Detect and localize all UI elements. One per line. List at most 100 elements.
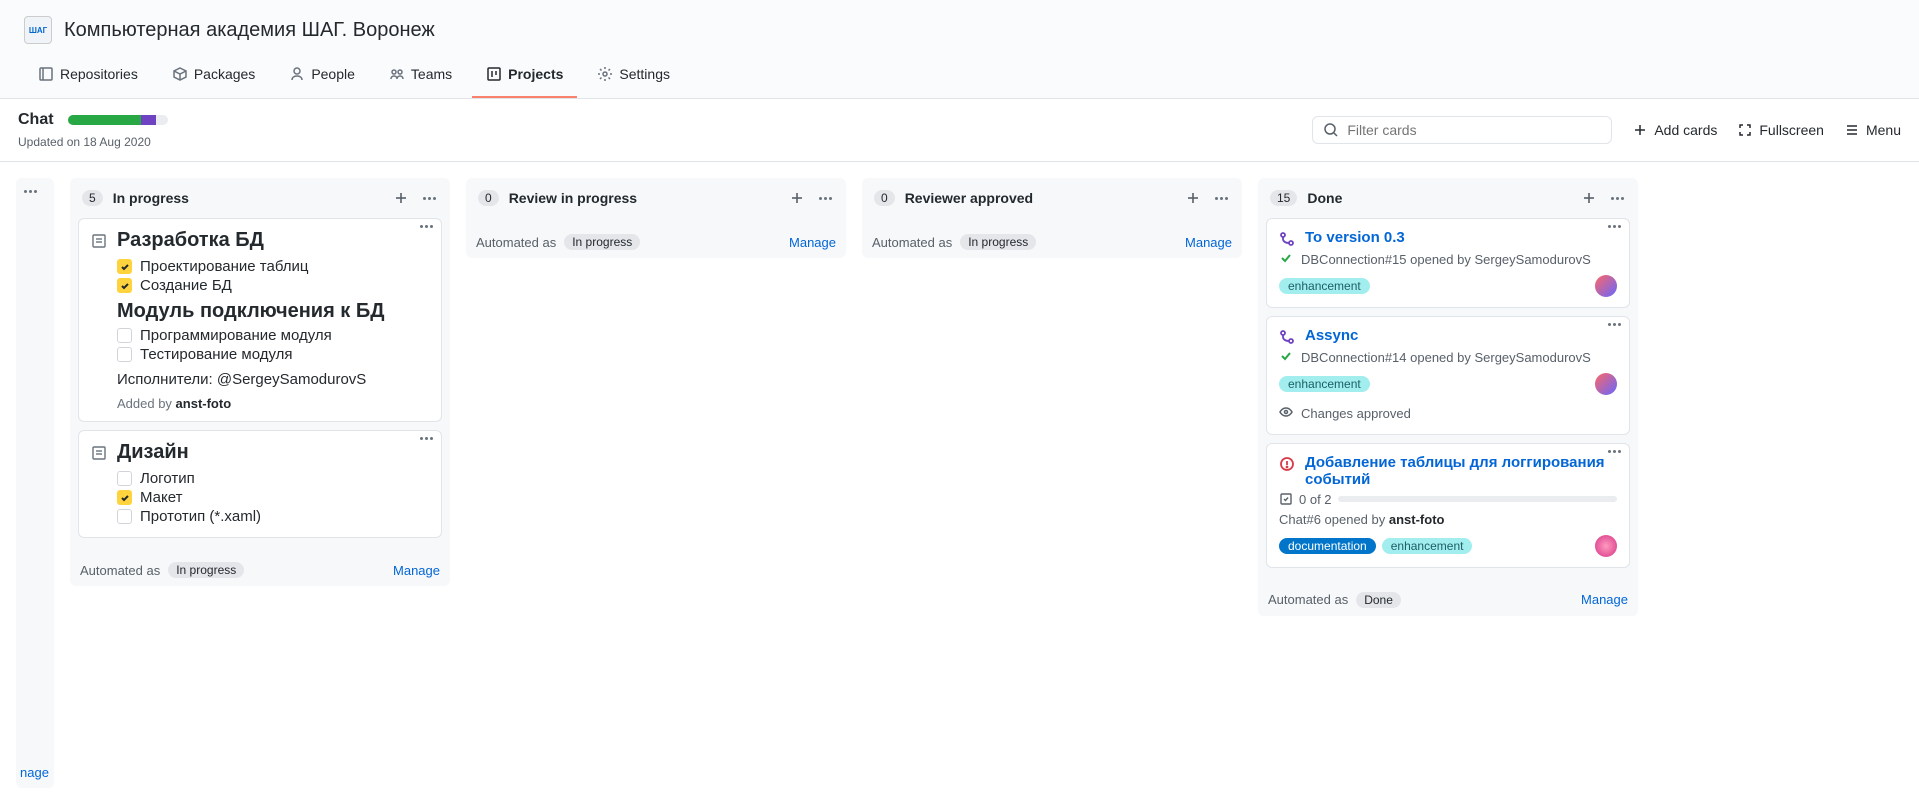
automated-label: Automated as bbox=[872, 235, 952, 250]
nav-repositories[interactable]: Repositories bbox=[24, 58, 152, 98]
add-card-button[interactable] bbox=[1579, 188, 1599, 208]
project-progress[interactable] bbox=[68, 115, 168, 125]
check-icon bbox=[1279, 349, 1293, 363]
nav-projects[interactable]: Projects bbox=[472, 58, 577, 98]
note-icon bbox=[91, 233, 107, 249]
filter-field[interactable] bbox=[1347, 122, 1601, 138]
nav-label: Projects bbox=[508, 66, 563, 82]
column-name: Review in progress bbox=[509, 190, 777, 206]
add-cards-button[interactable]: Add cards bbox=[1632, 122, 1717, 138]
issue-card[interactable]: Добавление таблицы для логгирования собы… bbox=[1266, 443, 1630, 568]
fullscreen-button[interactable]: Fullscreen bbox=[1737, 122, 1824, 138]
label-documentation[interactable]: documentation bbox=[1279, 538, 1376, 554]
manage-link[interactable]: Manage bbox=[1185, 235, 1232, 250]
project-updated: Updated on 18 Aug 2020 bbox=[18, 135, 168, 149]
menu-icon bbox=[1844, 122, 1860, 138]
nav-label: Teams bbox=[411, 66, 452, 82]
checkbox-checked-icon bbox=[117, 278, 132, 293]
avatar[interactable] bbox=[1595, 275, 1617, 297]
automated-label: Automated as bbox=[1268, 592, 1348, 607]
menu-button[interactable]: Menu bbox=[1844, 122, 1901, 138]
eye-icon bbox=[1279, 405, 1293, 419]
column-menu[interactable] bbox=[1213, 195, 1230, 202]
column-menu[interactable] bbox=[16, 178, 54, 205]
column-name: Reviewer approved bbox=[905, 190, 1173, 206]
column-name: In progress bbox=[113, 190, 381, 206]
column-menu[interactable] bbox=[421, 195, 438, 202]
nav-teams[interactable]: Teams bbox=[375, 58, 466, 98]
task-row: Тестирование модуля bbox=[117, 346, 429, 363]
card-menu[interactable] bbox=[420, 437, 433, 440]
issue-meta: DBConnection#15 opened by SergeySamoduro… bbox=[1301, 251, 1591, 269]
executors-text: Исполнители: @SergeySamodurovS bbox=[117, 371, 429, 388]
card-subtitle: Модуль подключения к БД bbox=[117, 300, 429, 323]
column-menu[interactable] bbox=[1609, 195, 1626, 202]
nav-label: Packages bbox=[194, 66, 255, 82]
gear-icon bbox=[597, 66, 613, 82]
column-count: 0 bbox=[874, 190, 895, 206]
person-icon bbox=[289, 66, 305, 82]
checklist-icon bbox=[1279, 492, 1293, 506]
add-card-button[interactable] bbox=[1183, 188, 1203, 208]
task-row: Создание БД bbox=[117, 277, 429, 294]
checkbox-icon bbox=[117, 347, 132, 362]
nav-people[interactable]: People bbox=[275, 58, 369, 98]
label-enhancement[interactable]: enhancement bbox=[1279, 376, 1370, 392]
org-title[interactable]: Компьютерная академия ШАГ. Воронеж bbox=[64, 19, 435, 42]
avatar[interactable] bbox=[1595, 535, 1617, 557]
column-in-progress: 5 In progress Разработка БД Проектирован… bbox=[70, 178, 450, 586]
nav-settings[interactable]: Settings bbox=[583, 58, 684, 98]
task-text: Создание БД bbox=[140, 277, 232, 294]
add-card-button[interactable] bbox=[391, 188, 411, 208]
issue-title[interactable]: Добавление таблицы для логгирования собы… bbox=[1305, 454, 1617, 488]
note-card[interactable]: Разработка БД Проектирование таблиц Созд… bbox=[78, 218, 442, 422]
automation-pill: Done bbox=[1356, 592, 1401, 608]
automation-pill: In progress bbox=[564, 234, 640, 250]
checkbox-checked-icon bbox=[117, 259, 132, 274]
repo-icon bbox=[38, 66, 54, 82]
git-merge-icon bbox=[1279, 329, 1295, 345]
card-menu[interactable] bbox=[1608, 323, 1621, 326]
column-count: 15 bbox=[1270, 190, 1297, 206]
org-nav: Repositories Packages People Teams Proje… bbox=[24, 58, 1895, 98]
card-menu[interactable] bbox=[1608, 450, 1621, 453]
manage-link[interactable]: Manage bbox=[393, 563, 440, 578]
issue-meta: Chat#6 opened by anst-foto bbox=[1279, 511, 1444, 529]
task-text: Проектирование таблиц bbox=[140, 258, 308, 275]
task-text: Программирование модуля bbox=[140, 327, 332, 344]
filter-cards-input[interactable] bbox=[1312, 116, 1612, 144]
plus-icon bbox=[1632, 122, 1648, 138]
pr-card[interactable]: Assync DBConnection#14 opened by SergeyS… bbox=[1266, 316, 1630, 434]
task-row: Проектирование таблиц bbox=[117, 258, 429, 275]
project-title[interactable]: Chat bbox=[18, 111, 54, 129]
column-menu[interactable] bbox=[817, 195, 834, 202]
card-title: Разработка БД bbox=[117, 229, 264, 252]
task-count: 0 of 2 bbox=[1299, 492, 1332, 507]
nav-packages[interactable]: Packages bbox=[158, 58, 269, 98]
check-icon bbox=[1279, 251, 1293, 265]
issue-title[interactable]: Assync bbox=[1305, 327, 1358, 344]
label-enhancement[interactable]: enhancement bbox=[1382, 538, 1473, 554]
note-card[interactable]: Дизайн Логотип Макет Прототип (*.xaml) bbox=[78, 430, 442, 538]
column-count: 0 bbox=[478, 190, 499, 206]
card-menu[interactable] bbox=[1608, 225, 1621, 228]
column-done: 15 Done To version 0.3 DBConnection#15 o… bbox=[1258, 178, 1638, 616]
add-card-button[interactable] bbox=[787, 188, 807, 208]
column-name: Done bbox=[1307, 190, 1569, 206]
manage-link[interactable]: Manage bbox=[789, 235, 836, 250]
issue-title[interactable]: To version 0.3 bbox=[1305, 229, 1405, 246]
avatar[interactable] bbox=[1595, 373, 1617, 395]
nav-label: Settings bbox=[619, 66, 670, 82]
nav-label: Repositories bbox=[60, 66, 138, 82]
task-row: Макет bbox=[117, 489, 429, 506]
label-enhancement[interactable]: enhancement bbox=[1279, 278, 1370, 294]
automation-pill: In progress bbox=[960, 234, 1036, 250]
review-status: Changes approved bbox=[1301, 405, 1411, 423]
task-text: Макет bbox=[140, 489, 182, 506]
manage-link-partial[interactable]: nage bbox=[16, 757, 54, 788]
manage-link[interactable]: Manage bbox=[1581, 592, 1628, 607]
tool-label: Fullscreen bbox=[1759, 122, 1824, 138]
card-menu[interactable] bbox=[420, 225, 433, 228]
team-icon bbox=[389, 66, 405, 82]
pr-card[interactable]: To version 0.3 DBConnection#15 opened by… bbox=[1266, 218, 1630, 308]
